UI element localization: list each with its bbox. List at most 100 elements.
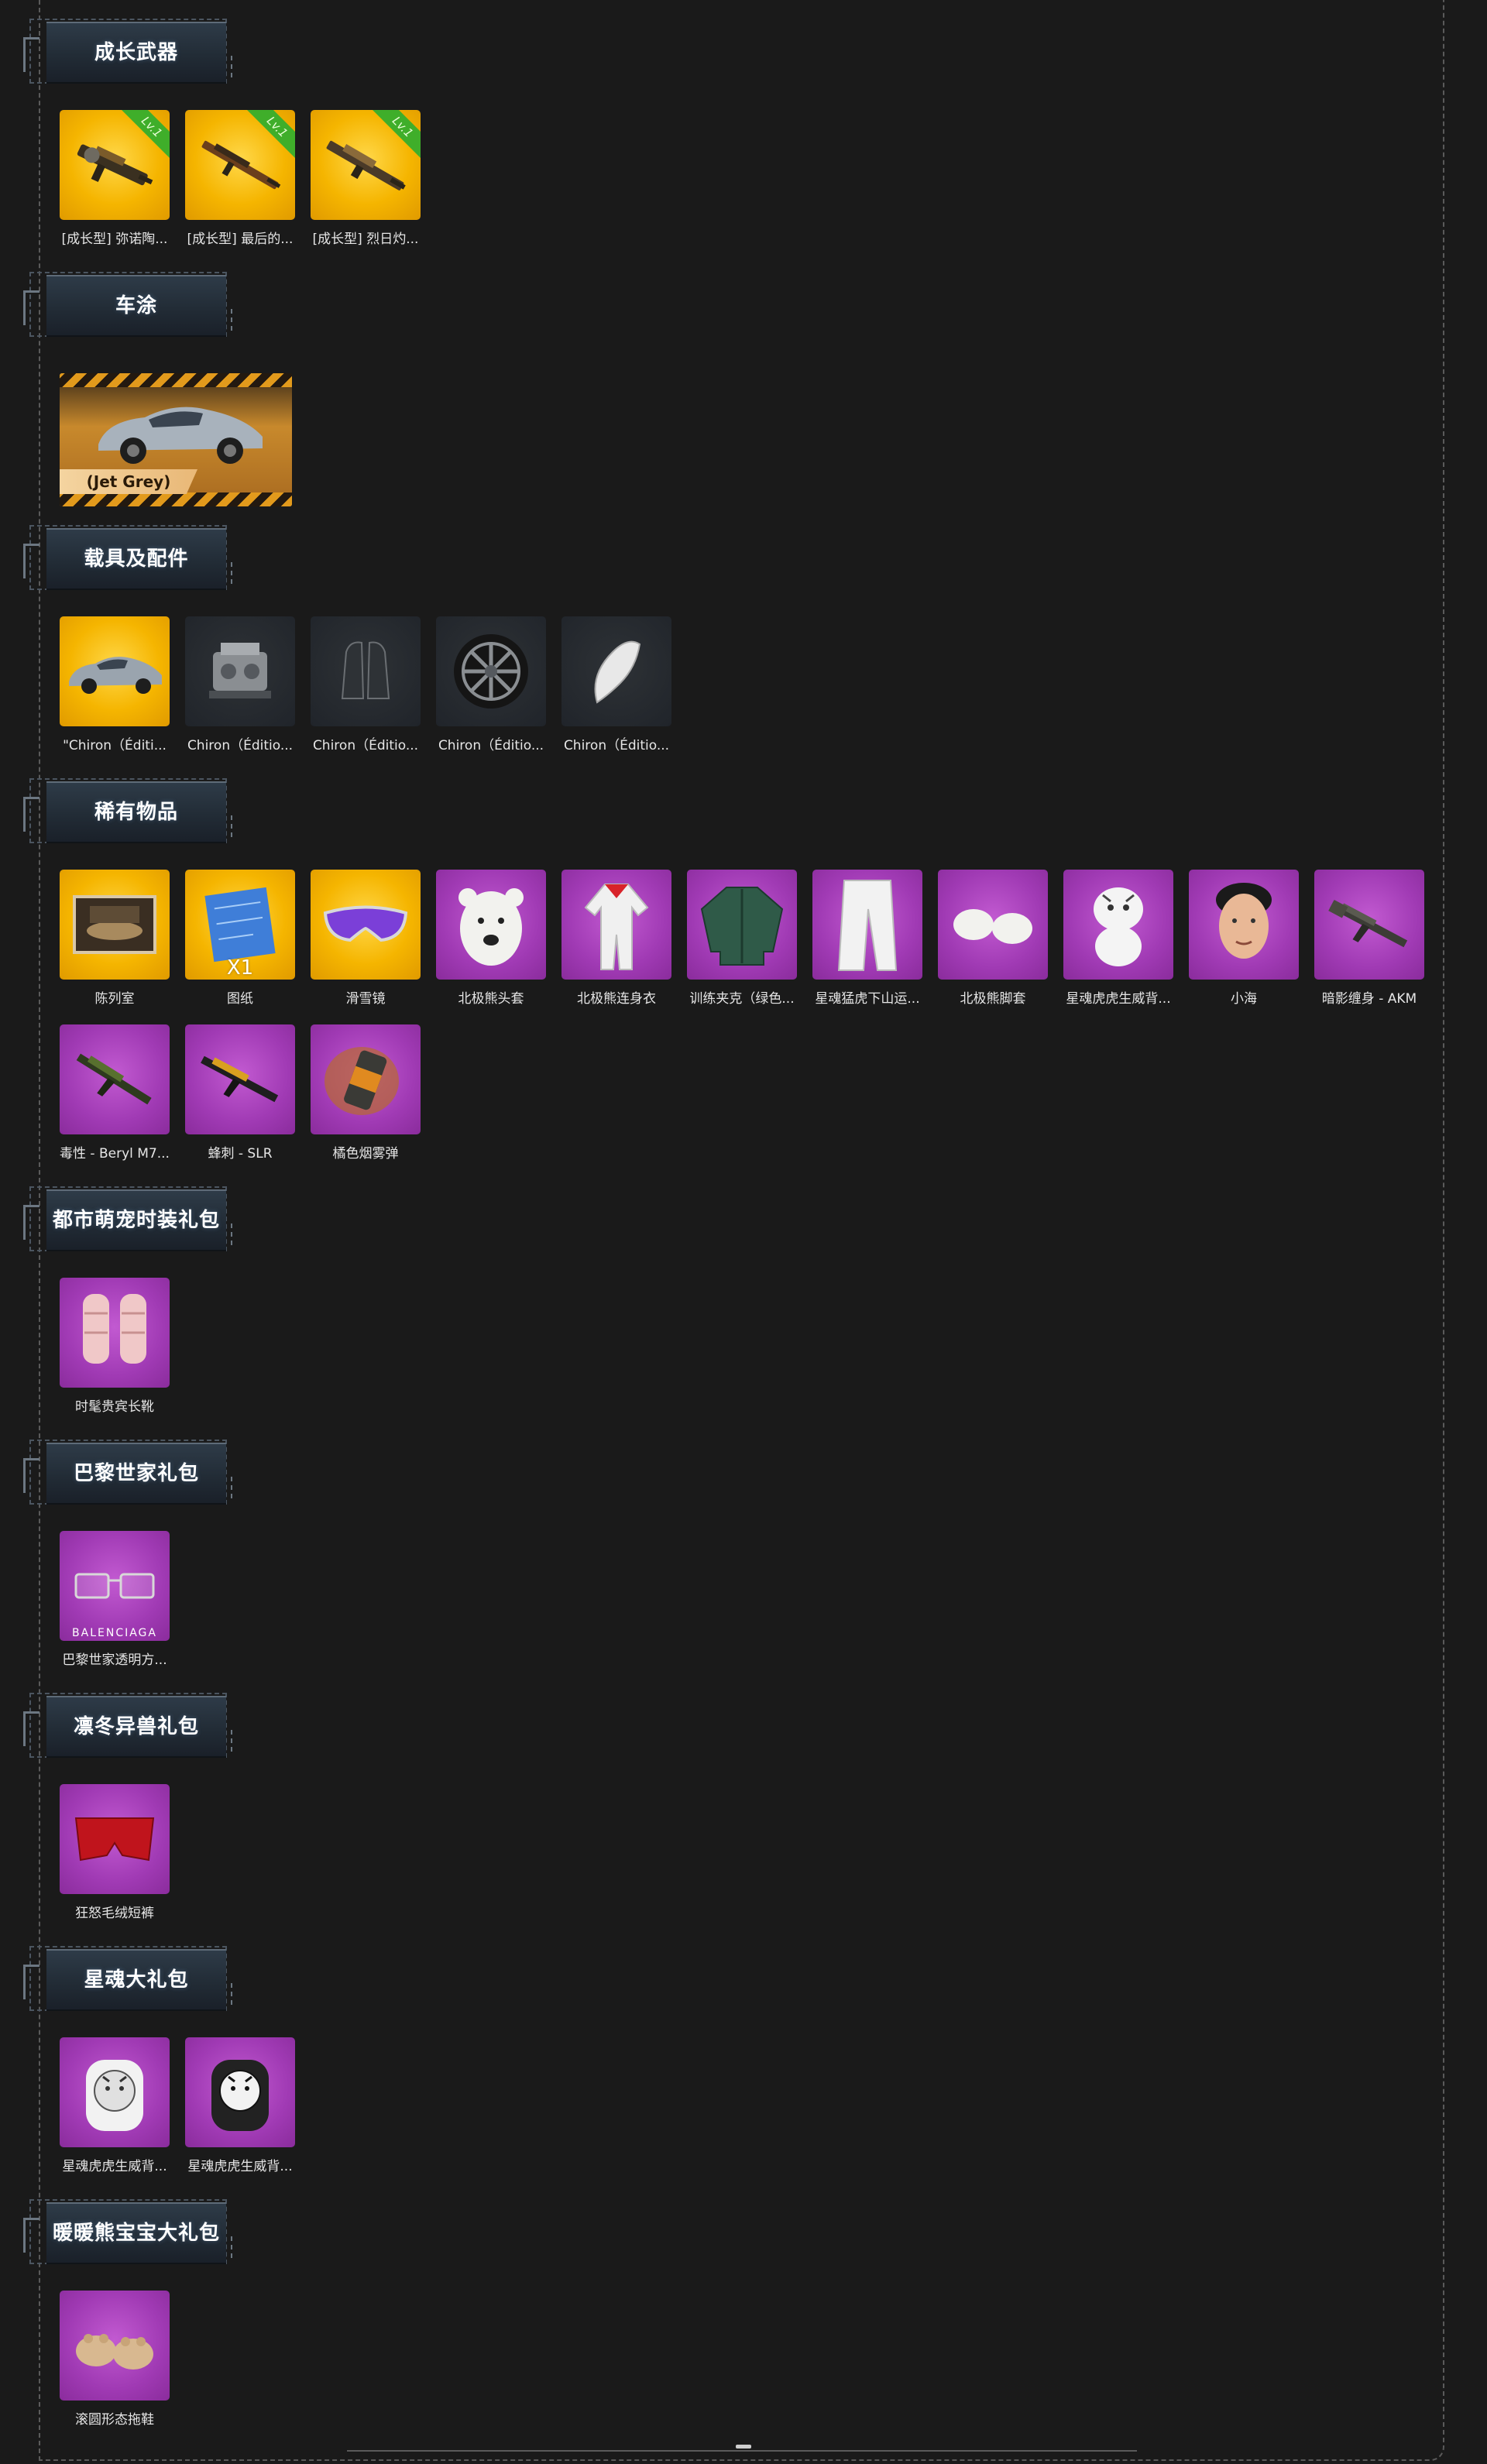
item-label: "Chiron（Éditi... [63, 738, 167, 753]
quantity-label: X1 [226, 956, 254, 980]
item-rare-1[interactable]: 陈列室 [54, 870, 175, 1011]
car-paint-card[interactable]: (Jet Grey) [60, 373, 292, 506]
slr-icon [194, 1045, 287, 1114]
item-rare-13[interactable]: 蜂刺 - SLR [180, 1024, 300, 1165]
item-label: 滚圆形态拖鞋 [75, 2412, 154, 2428]
category-title: 都市萌宠时装礼包 [52, 1208, 220, 1232]
rifle-icon [194, 130, 287, 200]
skin-name-label: (Jet Grey) [60, 469, 197, 494]
item-label: 陈列室 [94, 991, 135, 1007]
item-label: 星魂猛虎下山运... [815, 991, 920, 1007]
car-icon [64, 644, 165, 698]
item-growth-weapon-1[interactable]: Lv.1 [成长型] 弥诺陶... [54, 110, 175, 251]
item-label: 北极熊脚套 [960, 991, 1026, 1007]
item-star-soul-2[interactable]: 星魂虎虎生威背... [180, 2037, 300, 2178]
item-label: 毒性 - Beryl M7... [60, 1146, 170, 1162]
category-title: 车涂 [115, 293, 157, 317]
item-label: 北极熊头套 [458, 991, 524, 1007]
category-title: 暖暖熊宝宝大礼包 [52, 2221, 220, 2245]
category-title: 载具及配件 [84, 547, 189, 571]
item-label: 图纸 [227, 991, 253, 1007]
blueprint-icon [197, 882, 283, 967]
category-title: 星魂大礼包 [84, 1968, 189, 1992]
item-city-pet-1[interactable]: 时髦贵宾长靴 [54, 1278, 175, 1419]
item-rare-5[interactable]: 北极熊连身衣 [556, 870, 677, 1011]
item-rare-9[interactable]: 星魂虎虎生威背... [1058, 870, 1179, 1011]
hazard-stripes [60, 492, 292, 506]
jumpsuit-icon [578, 877, 655, 973]
category-header-winter-beast-pack: 凛冬异兽礼包 [23, 1682, 232, 1759]
brand-label: BALENCIAGA [72, 1627, 157, 1639]
item-growth-weapon-2[interactable]: Lv.1 [成长型] 最后的... [180, 110, 300, 251]
item-rare-12[interactable]: 毒性 - Beryl M7... [54, 1024, 175, 1165]
car-icon [91, 390, 269, 468]
showroom-icon [68, 886, 161, 963]
beryl-icon [68, 1045, 161, 1114]
shotgun-icon [319, 130, 412, 200]
item-rare-10[interactable]: 小海 [1183, 870, 1304, 1011]
boots-icon [72, 1286, 157, 1379]
item-vehicle-5[interactable]: Chiron（Éditio... [556, 616, 677, 757]
category-header-car-paint: 车涂 [23, 261, 232, 338]
item-rare-7[interactable]: 星魂猛虎下山运... [807, 870, 928, 1011]
smoke-grenade-icon [319, 1033, 412, 1126]
item-label: 橘色烟雾弹 [332, 1146, 399, 1162]
category-title: 稀有物品 [94, 800, 178, 824]
item-rare-14[interactable]: 橘色烟雾弹 [305, 1024, 426, 1165]
item-rare-3[interactable]: 滑雪镜 [305, 870, 426, 1011]
item-label: Chiron（Éditio... [563, 738, 670, 753]
item-star-soul-1[interactable]: 星魂虎虎生威背... [54, 2037, 175, 2178]
item-label: Chiron（Éditio... [438, 738, 544, 753]
scroll-handle[interactable] [736, 2445, 751, 2449]
category-header-balenciaga-pack: 巴黎世家礼包 [23, 1429, 232, 1506]
item-label: 暗影缠身 - AKM [1321, 991, 1417, 1007]
category-title: 成长武器 [94, 40, 178, 64]
item-label: [成长型] 最后的... [187, 232, 294, 247]
akm-icon [1323, 890, 1416, 959]
portrait-icon [1201, 878, 1286, 971]
hazard-stripes [60, 373, 292, 387]
category-title: 凛冬异兽礼包 [73, 1714, 199, 1738]
tiger-plush-icon [1076, 878, 1161, 971]
item-vehicle-3[interactable]: Chiron（Éditio... [305, 616, 426, 757]
category-title: 巴黎世家礼包 [73, 1461, 199, 1485]
item-label: 星魂虎虎生威背... [1066, 991, 1171, 1007]
item-rare-11[interactable]: 暗影缠身 - AKM [1309, 870, 1430, 1011]
item-rare-4[interactable]: 北极熊头套 [431, 870, 551, 1011]
bumper-icon [574, 629, 659, 714]
item-vehicle-2[interactable]: Chiron（Éditio... [180, 616, 300, 757]
item-growth-weapon-3[interactable]: Lv.1 [成长型] 烈日灼... [305, 110, 426, 251]
bottom-divider [347, 2450, 1137, 2452]
category-header-city-pet-pack: 都市萌宠时装礼包 [23, 1175, 232, 1253]
slippers-icon [68, 2311, 161, 2380]
category-header-warm-bear-pack: 暖暖熊宝宝大礼包 [23, 2188, 232, 2266]
item-rare-2[interactable]: X1 图纸 [180, 870, 300, 1011]
bear-feet-icon [946, 894, 1039, 956]
item-vehicle-1[interactable]: "Chiron（Éditi... [54, 616, 175, 757]
engine-icon [197, 629, 283, 714]
item-label: 小海 [1231, 991, 1257, 1007]
item-label: Chiron（Éditio... [312, 738, 419, 753]
item-label: 时髦贵宾长靴 [75, 1399, 154, 1415]
bear-head-icon [448, 878, 534, 971]
item-label: 星魂虎虎生威背... [62, 2159, 167, 2174]
jacket-icon [695, 878, 788, 971]
category-header-vehicles: 载具及配件 [23, 514, 232, 592]
glasses-icon [68, 1559, 161, 1613]
item-label: 星魂虎虎生威背... [187, 2159, 293, 2174]
item-warm-bear-1[interactable]: 滚圆形态拖鞋 [54, 2291, 175, 2431]
wheel-icon [448, 629, 534, 714]
minotaur-rifle-icon [68, 130, 161, 200]
item-rare-8[interactable]: 北极熊脚套 [932, 870, 1053, 1011]
category-header-rare-items: 稀有物品 [23, 767, 232, 845]
item-balenciaga-1[interactable]: BALENCIAGA 巴黎世家透明方... [54, 1531, 175, 1672]
seat-icon [323, 629, 408, 714]
item-winter-beast-1[interactable]: 狂怒毛绒短裤 [54, 1784, 175, 1925]
item-label: [成长型] 烈日灼... [312, 232, 419, 247]
item-label: Chiron（Éditio... [187, 738, 294, 753]
item-label: 滑雪镜 [345, 991, 386, 1007]
item-label: [成长型] 弥诺陶... [61, 232, 168, 247]
goggles-icon [319, 897, 412, 952]
item-rare-6[interactable]: 训练夹克（绿色... [682, 870, 802, 1011]
item-vehicle-4[interactable]: Chiron（Éditio... [431, 616, 551, 757]
